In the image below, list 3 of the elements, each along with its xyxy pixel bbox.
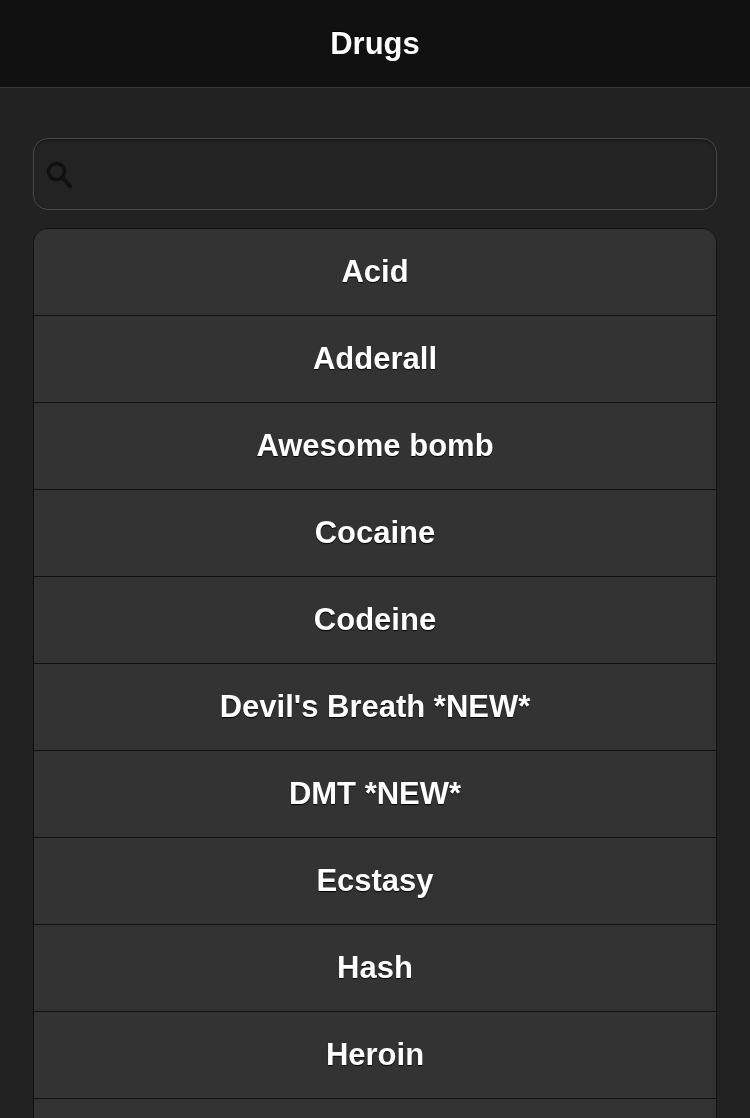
list-item[interactable]: Acid [34, 229, 716, 316]
page-title: Drugs [330, 25, 420, 62]
search-field[interactable] [33, 138, 717, 210]
